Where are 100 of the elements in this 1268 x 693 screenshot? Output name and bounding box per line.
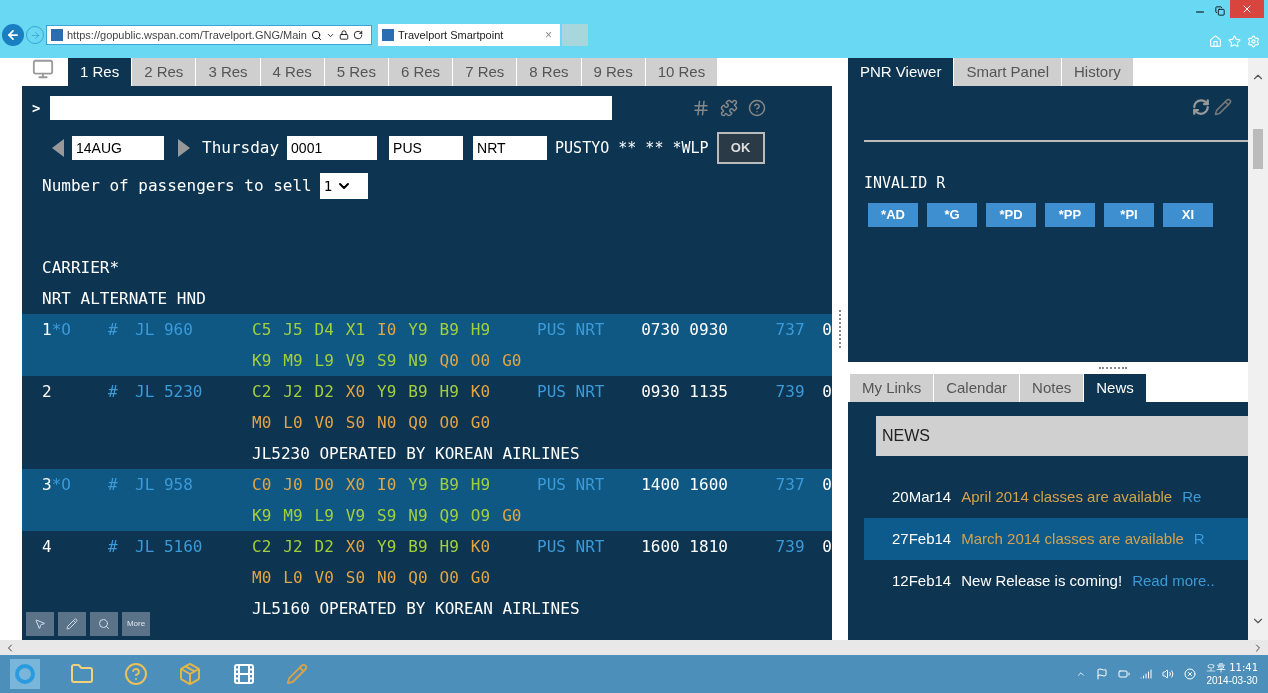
- tab[interactable]: My Links: [850, 374, 935, 402]
- flight-row[interactable]: 2 # JL 5230 C2 J2 D2 X0 Y9 B9 H9 K0 PUS NRT 0930 1135 739 0 M0 L0 V0 S0 N0 Q0 O0 G0: [22, 376, 832, 438]
- command-prompt: >: [32, 98, 41, 118]
- class-code: O0: [439, 566, 459, 589]
- search-tool[interactable]: [90, 612, 118, 636]
- plugin-icon[interactable]: [720, 99, 739, 117]
- flight-times: 0930 1135: [641, 380, 729, 403]
- destination-field[interactable]: NRT: [473, 136, 548, 160]
- tab[interactable]: 4 Res: [260, 58, 325, 86]
- terminal-icon[interactable]: [32, 58, 54, 80]
- tab[interactable]: 7 Res: [453, 58, 518, 86]
- news-item[interactable]: 27Feb14 March 2014 classes are available R: [864, 518, 1248, 560]
- home-icon[interactable]: [1209, 35, 1222, 48]
- class-code: D4: [314, 318, 334, 341]
- media-taskbar-icon[interactable]: [232, 662, 256, 686]
- search-icon[interactable]: [310, 29, 322, 41]
- tab[interactable]: 3 Res: [196, 58, 261, 86]
- restore-icon[interactable]: [1215, 6, 1225, 16]
- tab[interactable]: 1 Res: [68, 58, 133, 86]
- class-code: Q9: [439, 504, 459, 527]
- class-code: J2: [283, 535, 303, 558]
- hash-icon[interactable]: [692, 99, 711, 117]
- flight-row[interactable]: 1*O # JL 960 C5 J5 D4 X1 I0 Y9 B9 H9 PUS NRT 0730 0930 737 0 K9 M9 L9 V9 S9 N9 Q0 O0 G0: [22, 314, 832, 376]
- equipment: 737: [775, 318, 806, 341]
- news-date: 27Feb14: [892, 528, 952, 549]
- next-date-icon[interactable]: [178, 139, 190, 157]
- passengers-select[interactable]: 1: [319, 173, 368, 199]
- status-icon[interactable]: [1184, 668, 1196, 680]
- signal-icon[interactable]: [1140, 668, 1152, 680]
- tab[interactable]: Notes: [1020, 374, 1085, 402]
- class-code: Y9: [408, 318, 428, 341]
- command-button[interactable]: *PD: [986, 202, 1036, 227]
- flight-number: JL 960: [135, 318, 193, 341]
- more-button[interactable]: More: [122, 612, 150, 636]
- splitter-handle[interactable]: [1099, 366, 1127, 370]
- app-taskbar-icon[interactable]: [286, 663, 308, 685]
- browser-tab[interactable]: Travelport Smartpoint ×: [378, 24, 560, 46]
- favorites-icon[interactable]: [1228, 35, 1241, 48]
- command-button[interactable]: *AD: [868, 202, 918, 227]
- command-button[interactable]: *G: [927, 202, 977, 227]
- class-code: K9: [252, 504, 272, 527]
- news-item[interactable]: 20Mar14 April 2014 classes are available Re: [864, 476, 1248, 518]
- tab[interactable]: 9 Res: [581, 58, 646, 86]
- splitter-handle[interactable]: [838, 310, 842, 348]
- back-button[interactable]: [2, 24, 24, 46]
- refresh-icon[interactable]: [1192, 98, 1210, 116]
- tab[interactable]: PNR Viewer: [848, 58, 955, 86]
- close-button[interactable]: [1230, 0, 1264, 18]
- flight-times: 0730 0930: [641, 318, 729, 341]
- tab[interactable]: Smart Panel: [954, 58, 1062, 86]
- class-code: B9: [439, 473, 459, 496]
- operated-by-note: JL5160 OPERATED BY KOREAN AIRLINES: [252, 597, 580, 620]
- origin-field[interactable]: PUS: [389, 136, 464, 160]
- class-code: Y9: [377, 380, 397, 403]
- edit-icon[interactable]: [1214, 98, 1232, 116]
- horizontal-scrollbar[interactable]: [0, 640, 1268, 655]
- scroll-thumb[interactable]: [1253, 129, 1263, 169]
- read-more-link[interactable]: Read more..: [1132, 569, 1215, 593]
- class-code: N9: [408, 349, 428, 372]
- clock-date[interactable]: 2014-03-30: [1206, 674, 1258, 687]
- pointer-tool[interactable]: [26, 612, 54, 636]
- vertical-scrollbar[interactable]: [1248, 58, 1268, 640]
- site-icon: [51, 29, 63, 41]
- news-item[interactable]: 12Feb14 New Release is coming! Read more..: [864, 560, 1248, 602]
- refresh-icon[interactable]: [352, 30, 363, 40]
- help-icon[interactable]: [748, 99, 767, 117]
- ok-button[interactable]: OK: [716, 132, 765, 164]
- date-field[interactable]: 14AUG: [72, 136, 164, 160]
- tab[interactable]: Calendar: [934, 374, 1021, 402]
- tab[interactable]: 10 Res: [645, 58, 719, 86]
- help-taskbar-icon[interactable]: [124, 662, 148, 686]
- tab[interactable]: 8 Res: [517, 58, 582, 86]
- command-input[interactable]: [50, 96, 613, 120]
- tab[interactable]: History: [1061, 58, 1134, 86]
- command-button[interactable]: XI: [1163, 202, 1213, 227]
- flight-row[interactable]: 3*O # JL 958 C0 J0 D0 X0 I0 Y9 B9 H9 PUS NRT 1400 1600 737 0 K9 M9 L9 V9 S9 N9 Q9 O9 G0: [22, 469, 832, 531]
- close-tab-icon[interactable]: ×: [545, 26, 556, 44]
- time-field[interactable]: 0001: [287, 136, 378, 160]
- folder-taskbar-icon[interactable]: [70, 662, 94, 686]
- flight-row[interactable]: 4 # JL 5160 C2 J2 D2 X0 Y9 B9 H9 K0 PUS NRT 1600 1810 739 0 M0 L0 V0 S0 N0 Q0 O0 G0: [22, 531, 832, 593]
- flag-icon[interactable]: [1096, 668, 1108, 680]
- read-more-link[interactable]: Re: [1182, 485, 1202, 509]
- tab[interactable]: 6 Res: [388, 58, 454, 86]
- settings-icon[interactable]: [1247, 35, 1260, 48]
- news-date: 20Mar14: [892, 486, 952, 507]
- class-code: M9: [283, 504, 303, 527]
- clock-time[interactable]: 오후 11:41: [1206, 661, 1258, 674]
- class-code: M0: [252, 566, 272, 589]
- command-button[interactable]: *PI: [1104, 202, 1154, 227]
- route: PUS NRT: [537, 318, 606, 341]
- command-button[interactable]: *PP: [1045, 202, 1095, 227]
- pen-tool[interactable]: [58, 612, 86, 636]
- route: PUS NRT: [537, 473, 606, 496]
- tab[interactable]: 2 Res: [132, 58, 197, 86]
- box-taskbar-icon[interactable]: [178, 662, 202, 686]
- volume-icon[interactable]: [1162, 668, 1174, 680]
- battery-icon[interactable]: [1118, 668, 1130, 680]
- tab[interactable]: 5 Res: [324, 58, 389, 86]
- address-bar[interactable]: https://gopublic.wspan.com/Travelport.GNG/Main: [46, 25, 372, 45]
- tab[interactable]: News: [1084, 374, 1147, 402]
